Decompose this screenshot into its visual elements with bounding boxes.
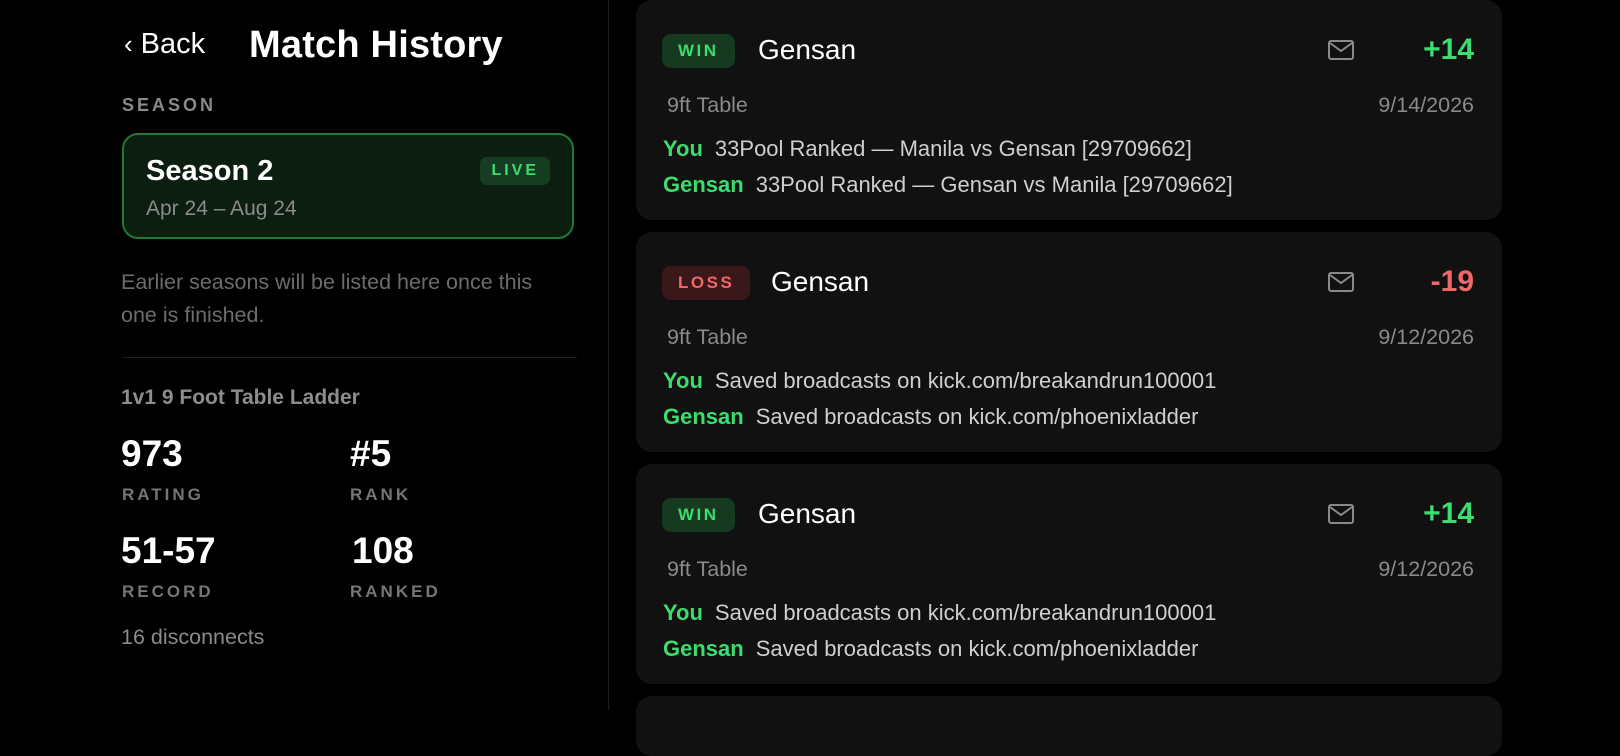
you-note-text: Saved broadcasts on kick.com/breakandrun… <box>714 368 1217 393</box>
ranked-value: 108 <box>352 530 414 571</box>
rank-value: #5 <box>350 433 392 474</box>
opponent-name: Gensan <box>758 34 857 65</box>
match-date: 9/12/2026 <box>1378 557 1474 581</box>
opponent-note-text: 33Pool Ranked — Gensan vs Manila [297096… <box>755 172 1233 197</box>
table-type: 9ft Table <box>667 557 748 581</box>
ranked-label: RANKED <box>350 582 441 601</box>
table-type: 9ft Table <box>667 325 748 349</box>
you-note: You Saved broadcasts on kick.com/breakand… <box>663 600 1216 626</box>
back-label: Back <box>140 28 206 60</box>
match-card[interactable]: WIN Gensan +14 9ft Table 9/14/2026 You 33… <box>636 0 1502 220</box>
table-type: 9ft Table <box>667 93 748 117</box>
you-note: You Saved broadcasts on kick.com/breakand… <box>663 368 1216 394</box>
season-card-current[interactable]: Season 2 Apr 24 – Aug 24 LIVE <box>122 133 574 239</box>
disconnects-count: 16 disconnects <box>121 625 265 649</box>
season-sidebar: ‹ Back Match History SEASON Season 2 Apr… <box>0 0 609 710</box>
opponent-note-text: Saved broadcasts on kick.com/phoenixladd… <box>755 404 1199 429</box>
rating-value: 973 <box>121 433 183 474</box>
ladder-name: 1v1 9 Foot Table Ladder <box>121 386 360 409</box>
opponent-note-text: Saved broadcasts on kick.com/phoenixladd… <box>755 636 1199 661</box>
match-date: 9/12/2026 <box>1378 325 1474 349</box>
divider <box>122 357 577 358</box>
you-label: You <box>663 136 703 161</box>
rating-delta: -19 <box>1430 265 1474 298</box>
match-card[interactable]: LOSS Gensan -19 9ft Table 9/12/2026 You S… <box>636 232 1502 452</box>
rating-label: RATING <box>122 485 204 504</box>
opponent-name: Gensan <box>771 266 870 297</box>
season-dates: Apr 24 – Aug 24 <box>146 197 297 220</box>
you-note-text: Saved broadcasts on kick.com/breakandrun… <box>714 600 1217 625</box>
record-label: RECORD <box>122 582 214 601</box>
match-card[interactable]: WIN Gensan +14 9ft Table 9/12/2026 You Sa… <box>636 464 1502 684</box>
rating-delta: +14 <box>1423 33 1474 66</box>
match-card-partial[interactable] <box>636 696 1502 756</box>
you-label: You <box>663 368 703 393</box>
you-note-text: 33Pool Ranked — Manila vs Gensan [297096… <box>714 136 1192 161</box>
opponent-name: Gensan <box>758 498 857 529</box>
mail-icon[interactable] <box>1328 272 1354 292</box>
live-badge: LIVE <box>480 157 550 185</box>
season-name: Season 2 <box>146 155 274 187</box>
page-title: Match History <box>249 24 503 66</box>
mail-icon[interactable] <box>1328 504 1354 524</box>
back-button[interactable]: ‹ Back <box>124 28 205 61</box>
opponent-note: Gensan Saved broadcasts on kick.com/phoen… <box>663 404 1198 430</box>
rank-label: RANK <box>350 485 412 504</box>
result-badge: LOSS <box>662 266 751 300</box>
match-date: 9/14/2026 <box>1378 93 1474 117</box>
opponent-note: Gensan Saved broadcasts on kick.com/phoen… <box>663 636 1198 662</box>
opponent-note: Gensan 33Pool Ranked — Gensan vs Manila [… <box>663 172 1233 198</box>
chevron-left-icon: ‹ <box>124 29 133 59</box>
result-badge: WIN <box>662 34 735 68</box>
result-badge: WIN <box>662 498 735 532</box>
opponent-label: Gensan <box>663 172 744 197</box>
you-label: You <box>663 600 703 625</box>
rating-delta: +14 <box>1423 497 1474 530</box>
you-note: You 33Pool Ranked — Manila vs Gensan [297… <box>663 136 1192 162</box>
mail-icon[interactable] <box>1328 40 1354 60</box>
opponent-label: Gensan <box>663 404 744 429</box>
season-section-label: SEASON <box>122 95 217 115</box>
earlier-seasons-note: Earlier seasons will be listed here once… <box>121 270 533 327</box>
record-value: 51-57 <box>121 530 216 571</box>
opponent-label: Gensan <box>663 636 744 661</box>
